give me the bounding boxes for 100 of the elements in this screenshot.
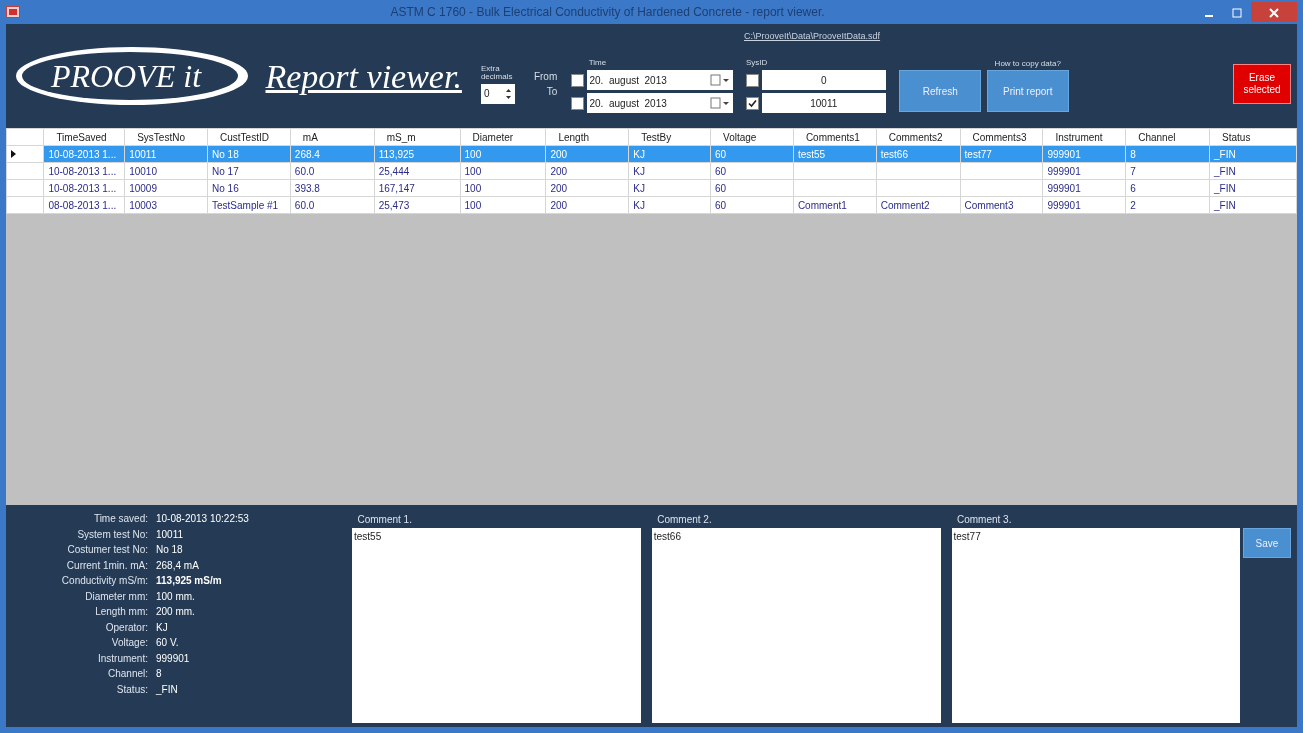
table-cell: 60 [715, 165, 727, 177]
column-header[interactable]: CustTestID [207, 128, 291, 146]
table-cell: 10010 [129, 165, 157, 177]
detail-label: System test No: [77, 527, 148, 542]
checkbox[interactable] [746, 96, 759, 110]
table-cell: 100 [464, 148, 482, 160]
app-icon [6, 6, 20, 18]
column-header[interactable]: Status [1209, 128, 1297, 146]
spinner-arrows-icon [504, 86, 512, 101]
table-cell: Comment2 [880, 199, 930, 211]
table-cell: test55 [797, 148, 826, 160]
table-cell: 10003 [129, 199, 157, 211]
copy-data-hint[interactable]: How to copy data? [994, 59, 1061, 68]
erase-selected-button[interactable]: Erase selected [1233, 64, 1291, 105]
column-header[interactable]: Channel [1125, 128, 1210, 146]
table-cell: 100 [464, 199, 482, 211]
table-row[interactable]: 10-08-2013 1... 10010 No 17 60.0 25,444 100 200 KJ 60 999901 7 _FIN [6, 162, 1297, 180]
detail-label: Current 1min. mA: [66, 558, 148, 573]
comment-label: Comment 3. [957, 513, 1013, 527]
table-cell: KJ [633, 199, 645, 211]
date-picker[interactable]: 20. august 2013 [586, 93, 733, 113]
checkbox[interactable] [746, 73, 759, 87]
table-cell: 2 [1130, 199, 1136, 211]
table-cell: KJ [633, 182, 645, 194]
table-row[interactable]: 08-08-2013 1... 10003 TestSample #1 60.0 25,473 100 200 KJ 60 Comment1 Comment2 Comment3 999901 2 _FIN [6, 196, 1297, 214]
table-cell: 999901 [1047, 165, 1081, 177]
close-icon [1269, 7, 1279, 18]
table-cell: 999901 [1047, 148, 1081, 160]
table-cell: 999901 [1047, 199, 1081, 211]
table-cell: 8 [1130, 148, 1136, 160]
table-cell: 25,444 [378, 165, 410, 177]
column-header[interactable]: mS_m [374, 128, 461, 146]
table-cell: 100 [464, 182, 482, 194]
close-button[interactable] [1251, 2, 1297, 22]
column-header[interactable]: Comments1 [793, 128, 877, 146]
file-path-link[interactable]: C:\ProoveIt\Data\ProoveItData.sdf [744, 30, 881, 44]
window-title: ASTM C 1760 - Bulk Electrical Conductivity of Hardened Concrete - report viewer. [389, 4, 826, 21]
table-cell: 268.4 [294, 148, 320, 160]
table-cell: 60.0 [294, 199, 315, 211]
column-header[interactable]: Comments2 [876, 128, 961, 146]
comment-field[interactable]: test55 [352, 528, 641, 723]
detail-value: KJ [156, 620, 169, 635]
table-cell: 6 [1130, 182, 1136, 194]
table-cell: 200 [550, 165, 568, 177]
app-heading: Report viewer. [265, 56, 462, 97]
column-header[interactable]: SysTestNo [124, 128, 208, 146]
table-cell: test77 [964, 148, 992, 160]
detail-value: 200 mm. [156, 605, 196, 619]
table-cell: No 16 [212, 182, 239, 194]
column-header[interactable]: mA [290, 128, 375, 146]
calendar-dropdown-icon [709, 74, 730, 86]
detail-value: 268,4 mA [156, 558, 200, 573]
detail-value: 113,925 mS/m [156, 574, 223, 588]
minimize-icon [1205, 14, 1213, 17]
table-row[interactable]: 10-08-2013 1... 10009 No 16 393.8 167,147 100 200 KJ 60 999901 6 _FIN [6, 179, 1297, 197]
table-cell: 10-08-2013 1... [48, 182, 117, 194]
table-cell: _FIN [1214, 148, 1236, 160]
to-label: To [546, 87, 558, 97]
column-header[interactable]: TimeSaved [43, 128, 125, 146]
table-cell: 10011 [129, 148, 157, 160]
table-cell: 167,147 [378, 182, 415, 194]
comment-field[interactable]: test77 [951, 528, 1241, 723]
decimals-spinner[interactable]: 0 [480, 83, 515, 104]
table-cell: Comment3 [964, 199, 1014, 211]
detail-label: Length mm: [95, 605, 148, 619]
column-header[interactable]: Voltage [710, 128, 794, 146]
table-cell: No 17 [212, 165, 239, 177]
calendar-dropdown-icon [709, 97, 730, 109]
column-header[interactable]: Instrument [1042, 128, 1126, 146]
table-cell: 200 [550, 182, 568, 194]
detail-value: 100 mm. [156, 589, 196, 604]
maximize-icon [1232, 7, 1242, 18]
column-header[interactable]: Diameter [460, 128, 546, 146]
table-cell: test66 [880, 148, 908, 160]
detail-value: 60 V. [156, 636, 180, 650]
column-header[interactable]: TestBy [628, 128, 711, 146]
table-cell: 10009 [129, 182, 157, 194]
date-picker[interactable]: 20. august 2013 [586, 70, 733, 90]
table-cell: _FIN [1214, 199, 1236, 211]
table-cell: 10-08-2013 1... [48, 148, 117, 160]
table-cell: 60.0 [294, 165, 315, 177]
detail-label: Time saved: [93, 512, 148, 526]
sysid-to-field[interactable]: 10011 [761, 93, 886, 113]
table-cell: 10-08-2013 1... [48, 165, 117, 177]
table-cell: Comment1 [797, 199, 847, 211]
table-cell: 393.8 [294, 182, 320, 194]
column-header[interactable]: Length [545, 128, 629, 146]
table-cell: _FIN [1214, 182, 1236, 194]
detail-label: Channel: [107, 667, 148, 681]
detail-label: Voltage: [111, 636, 148, 650]
checkbox[interactable] [570, 73, 584, 87]
table-cell: 200 [550, 199, 568, 211]
table-cell: TestSample #1 [212, 199, 279, 211]
column-header[interactable]: Comments3 [960, 128, 1043, 146]
checkbox[interactable] [570, 96, 584, 110]
sysid-from-field[interactable]: 0 [761, 70, 886, 90]
extra-decimals-label: Extra decimals [480, 64, 513, 81]
comment-field[interactable]: test66 [651, 528, 941, 723]
detail-label: Instrument: [97, 651, 148, 666]
table-cell: 60 [715, 199, 727, 211]
